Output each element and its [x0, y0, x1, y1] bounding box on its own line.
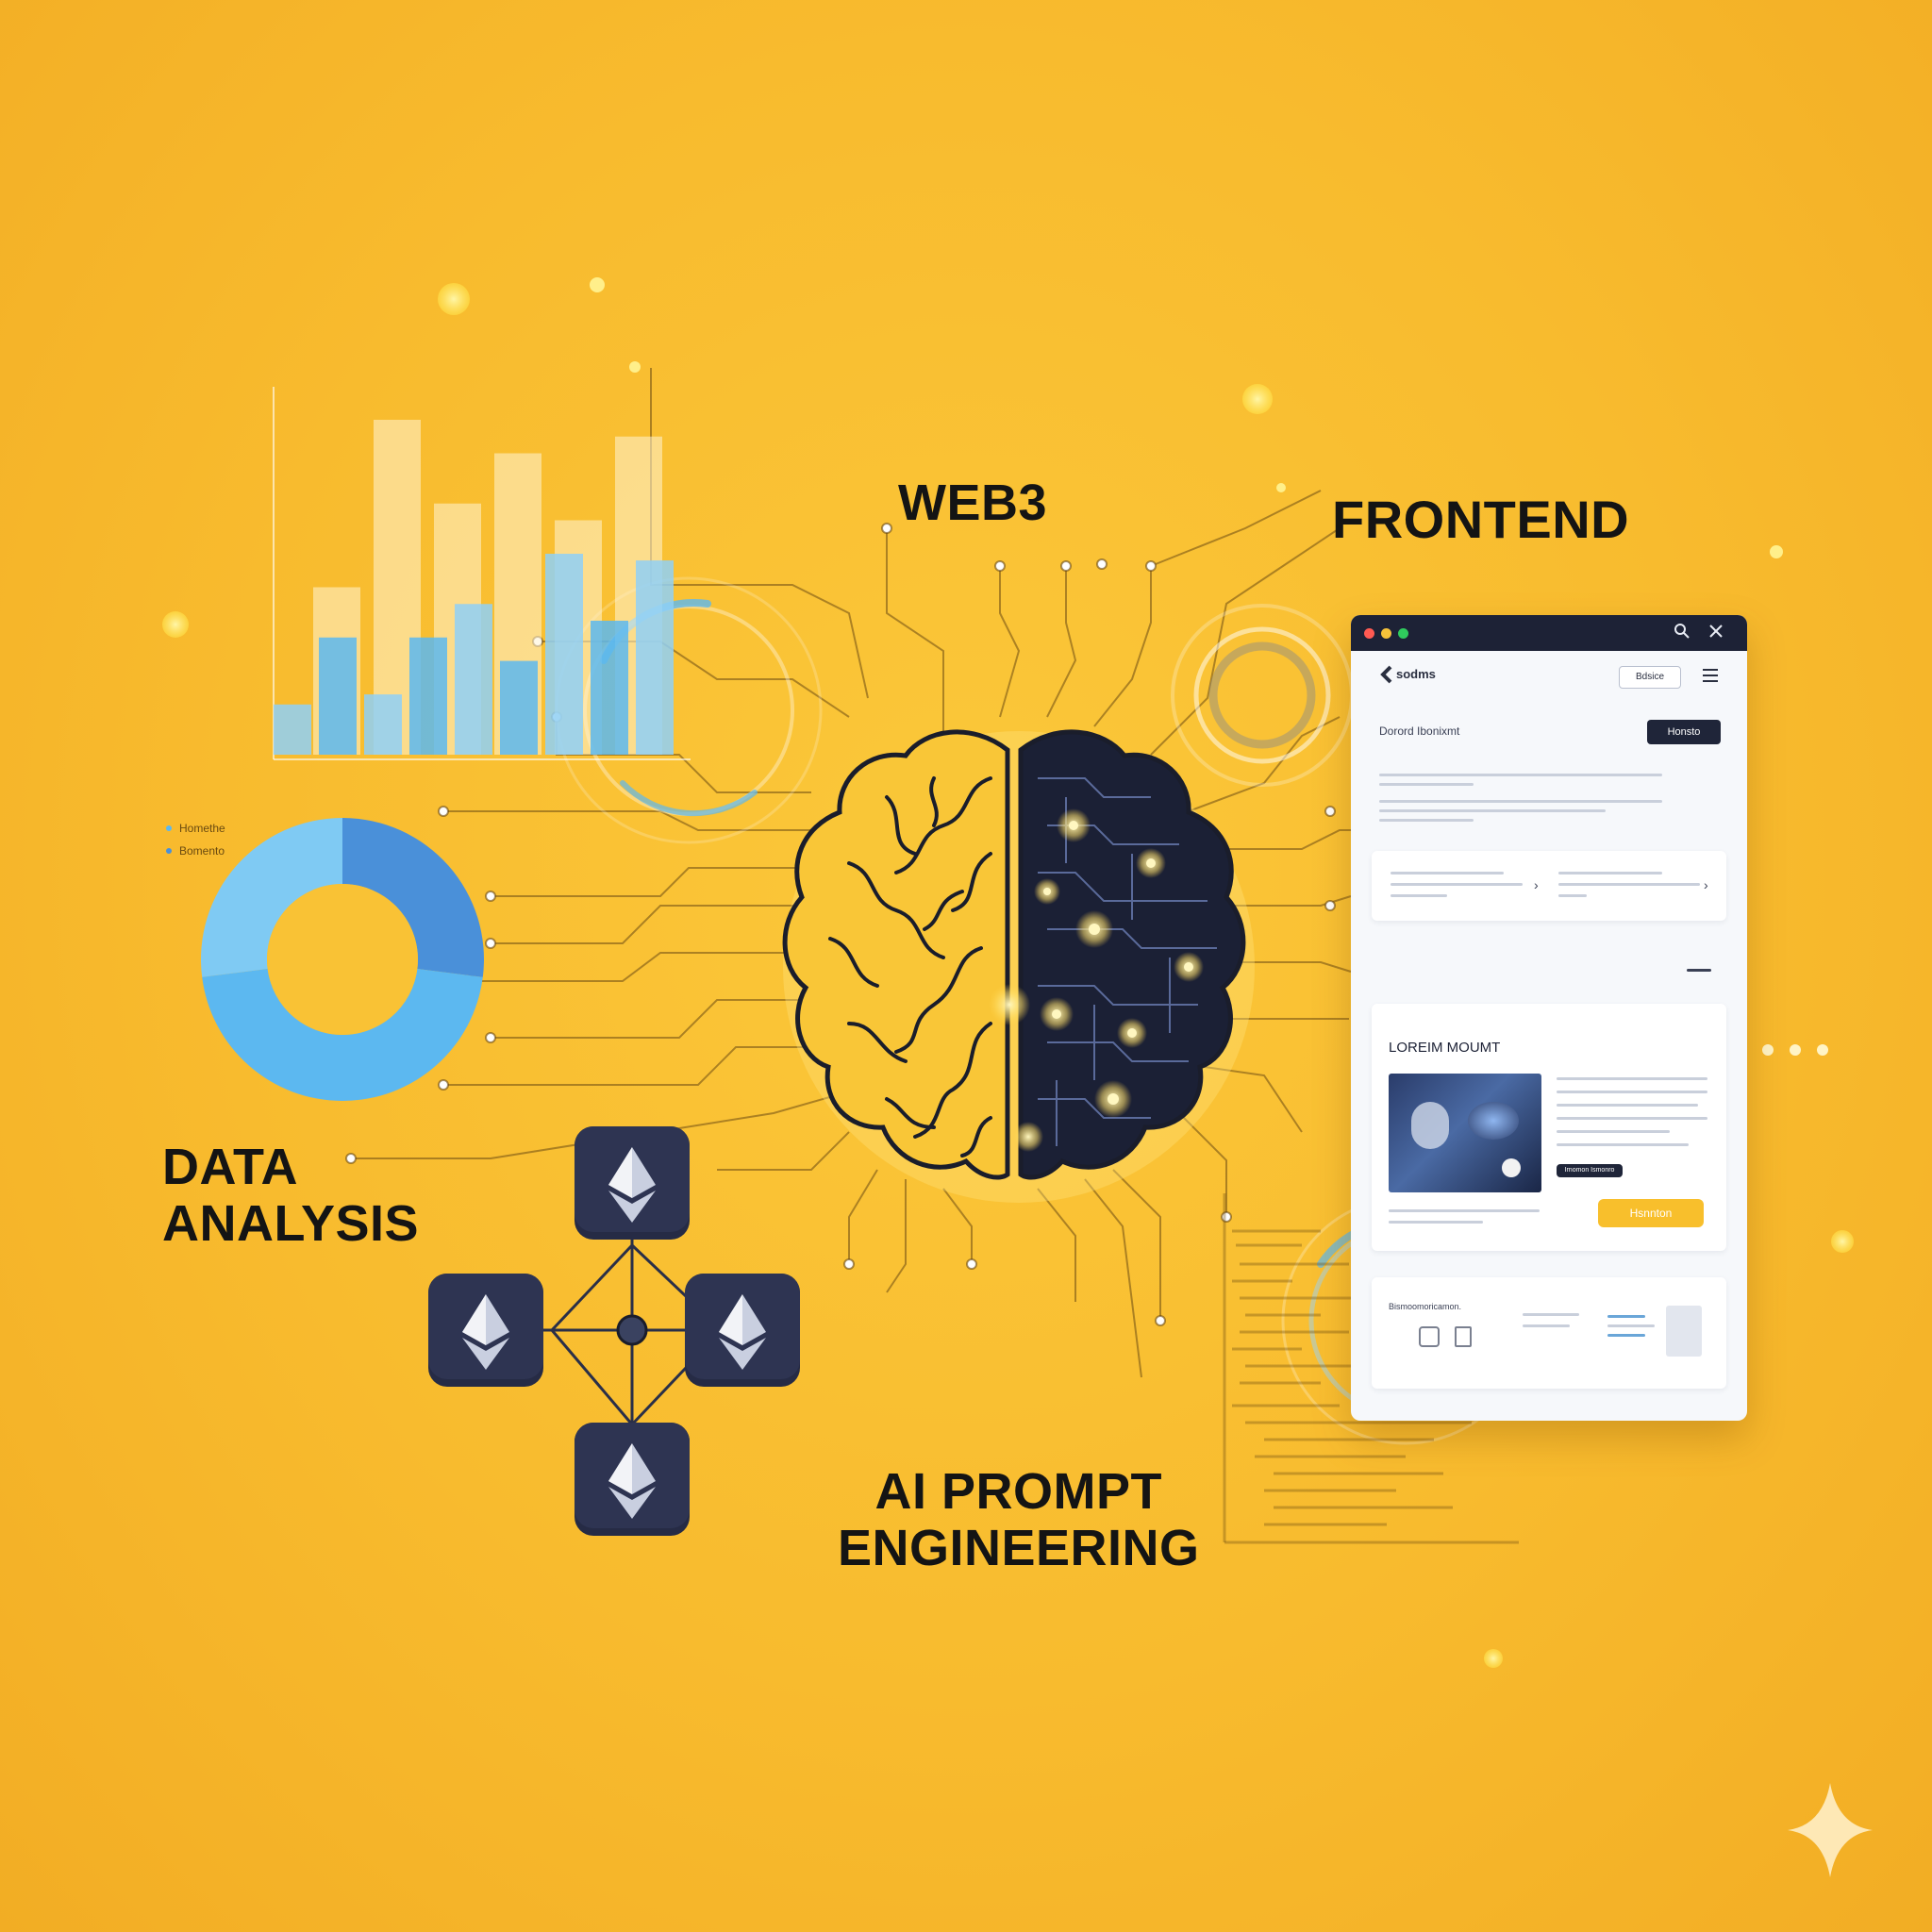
- section-title: LOREIM MOUMT: [1389, 1040, 1501, 1056]
- legend-swatch: [166, 825, 172, 831]
- legend-label: Homethe: [179, 822, 225, 835]
- close-icon[interactable]: [1707, 623, 1724, 644]
- label-frontend: FRONTEND: [1332, 490, 1630, 549]
- label-data-line1: DATA: [162, 1139, 298, 1195]
- small-button[interactable]: Irnomon Ismonro: [1557, 1164, 1623, 1177]
- legend-item: Homethe: [166, 817, 225, 840]
- thumbnail[interactable]: [1666, 1306, 1702, 1357]
- legend-swatch: [166, 848, 172, 854]
- ethereum-icon: [575, 1126, 690, 1240]
- bar: [591, 621, 628, 755]
- nav-button[interactable]: Bdsice: [1619, 666, 1681, 689]
- donut-hole: [267, 884, 418, 1035]
- window-close-dot[interactable]: [1364, 628, 1374, 639]
- bar: [364, 694, 402, 755]
- brain-right-hemisphere: [1018, 729, 1246, 1180]
- label-web3: WEB3: [898, 475, 1048, 531]
- feature-card: LOREIM MOUMT Irnomon Ismonro Hsnnton: [1372, 1004, 1726, 1251]
- robot-icon: [1419, 1326, 1440, 1347]
- bar-chart-graphic: [273, 387, 691, 760]
- tag-icon: [1455, 1326, 1472, 1347]
- search-icon[interactable]: [1674, 623, 1690, 644]
- headline: Dorord Ibonixmt: [1379, 724, 1460, 738]
- bar: [545, 554, 583, 755]
- ethereum-tile: [425, 1270, 547, 1391]
- bar: [636, 560, 674, 755]
- legend-label: Bomento: [179, 844, 225, 858]
- back-chevron-icon[interactable]: [1379, 664, 1394, 690]
- divider: [1687, 969, 1711, 972]
- footer-caption: Bismoomoricamon.: [1389, 1302, 1462, 1311]
- brain-graphic: [782, 729, 1255, 1203]
- cta-button[interactable]: Hsnnton: [1598, 1199, 1704, 1227]
- donut-chart-graphic: [201, 818, 484, 1101]
- label-ai-prompt-engineering: AI PROMPT ENGINEERING: [838, 1463, 1200, 1577]
- browser-titlebar: [1351, 615, 1747, 651]
- nav-title: sodms: [1396, 667, 1436, 681]
- bar: [409, 637, 447, 755]
- chevron-right-icon[interactable]: ›: [1704, 877, 1708, 892]
- bar: [319, 637, 357, 755]
- sparkle-icon: [1788, 1783, 1873, 1877]
- bar: [455, 604, 492, 755]
- ethereum-tile: [571, 1419, 693, 1540]
- window-minimize-dot[interactable]: [1381, 628, 1391, 639]
- ethereum-icon: [685, 1274, 800, 1387]
- ethereum-icon: [575, 1423, 690, 1536]
- menu-icon[interactable]: [1702, 668, 1719, 688]
- bar: [500, 660, 538, 755]
- window-maximize-dot[interactable]: [1398, 628, 1408, 639]
- chevron-right-icon[interactable]: ›: [1534, 877, 1539, 892]
- label-ai-line2: ENGINEERING: [838, 1520, 1200, 1577]
- ethereum-icon: [428, 1274, 543, 1387]
- headline-button[interactable]: Honsto: [1647, 720, 1721, 744]
- footer-card: Bismoomoricamon.: [1372, 1277, 1726, 1389]
- legend-item: Bomento: [166, 840, 225, 862]
- brain-left-hemisphere: [782, 729, 1010, 1180]
- label-ai-line1: AI PROMPT: [874, 1463, 1163, 1520]
- label-data-line2: ANALYSIS: [162, 1195, 420, 1253]
- ethereum-tile: [571, 1123, 693, 1243]
- ethereum-tile: [681, 1270, 804, 1391]
- bar: [274, 704, 311, 755]
- browser-nav: sodms Bdsice: [1351, 651, 1747, 704]
- feature-image: [1389, 1074, 1541, 1192]
- info-card[interactable]: › ›: [1372, 851, 1726, 921]
- label-data-analysis: DATA ANALYSIS: [162, 1139, 419, 1253]
- donut-legend: Homethe Bomento: [166, 817, 225, 862]
- browser-window: sodms Bdsice Dorord Ibonixmt Honsto › › …: [1351, 615, 1747, 1421]
